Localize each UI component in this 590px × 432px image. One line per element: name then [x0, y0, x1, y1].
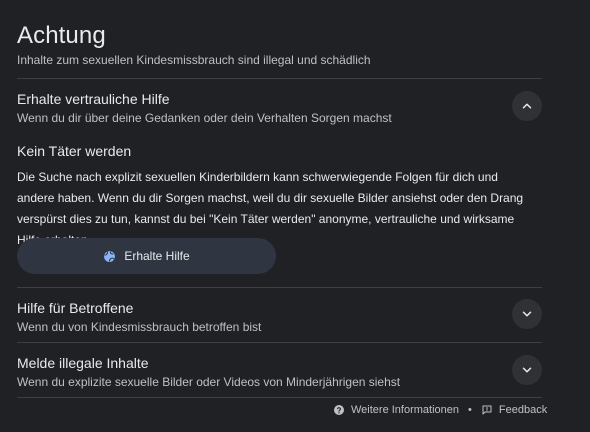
feedback-icon [482, 405, 492, 415]
feedback-link[interactable]: Feedback [499, 404, 547, 416]
section-title-report-content[interactable]: Melde illegale Inhalte [17, 355, 149, 371]
warning-panel: Achtung Inhalte zum sexuellen Kindesmiss… [0, 0, 590, 432]
expand-button-report-content[interactable] [512, 355, 542, 385]
divider [17, 287, 542, 288]
section-title-confidential-help[interactable]: Erhalte vertrauliche Hilfe [17, 91, 170, 107]
divider [17, 342, 542, 343]
divider [17, 78, 542, 79]
chevron-up-icon [522, 103, 532, 109]
section-subtitle-confidential-help: Wenn du dir über deine Gedanken oder dei… [17, 111, 392, 125]
footer: Weitere Informationen • Feedback [333, 403, 547, 417]
content-heading: Kein Täter werden [17, 143, 132, 159]
more-info-link[interactable]: Weitere Informationen [351, 404, 459, 416]
help-circle-icon [334, 405, 344, 415]
globe-icon [104, 250, 116, 262]
collapse-button[interactable] [512, 91, 542, 121]
section-subtitle-victim-help: Wenn du von Kindesmissbrauch betroffen b… [17, 320, 262, 334]
section-title-victim-help[interactable]: Hilfe für Betroffene [17, 300, 133, 316]
expand-button-victim-help[interactable] [512, 299, 542, 329]
divider [17, 397, 542, 398]
get-help-button-label: Erhalte Hilfe [124, 249, 190, 263]
page-subtitle: Inhalte zum sexuellen Kindesmissbrauch s… [17, 53, 371, 67]
chevron-down-icon [522, 311, 532, 317]
page-title: Achtung [17, 22, 106, 49]
footer-separator: • [468, 404, 472, 416]
chevron-down-icon [522, 367, 532, 373]
section-subtitle-report-content: Wenn du explizite sexuelle Bilder oder V… [17, 375, 401, 389]
get-help-button[interactable]: Erhalte Hilfe [17, 238, 276, 274]
